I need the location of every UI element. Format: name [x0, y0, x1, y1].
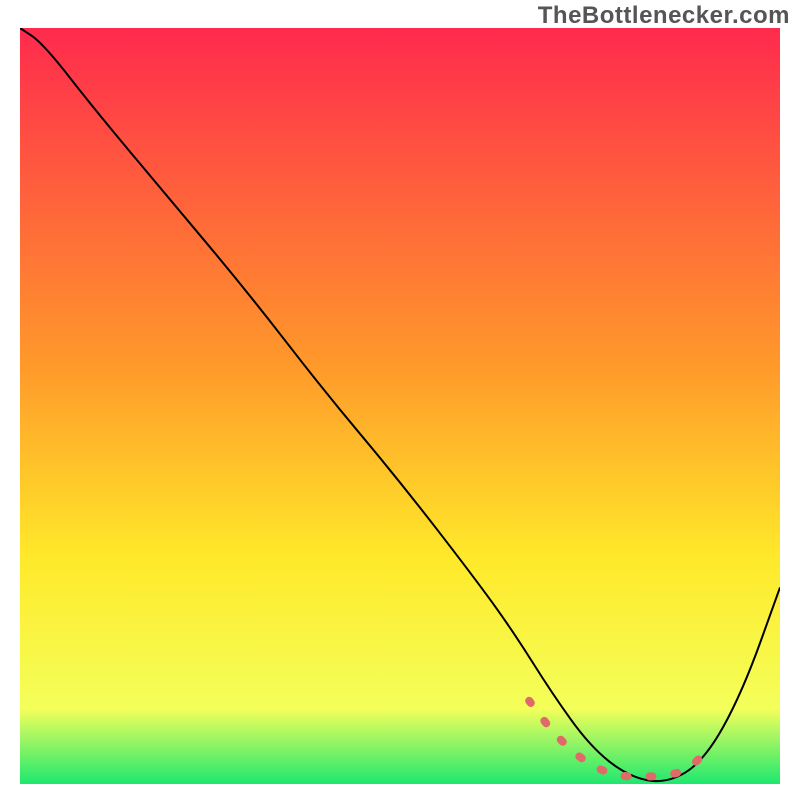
- plot-area: [20, 28, 780, 784]
- chart-frame: TheBottlenecker.com: [0, 0, 800, 800]
- watermark-text: TheBottlenecker.com: [538, 2, 790, 30]
- gradient-background: [20, 28, 780, 784]
- chart-svg: [20, 28, 780, 784]
